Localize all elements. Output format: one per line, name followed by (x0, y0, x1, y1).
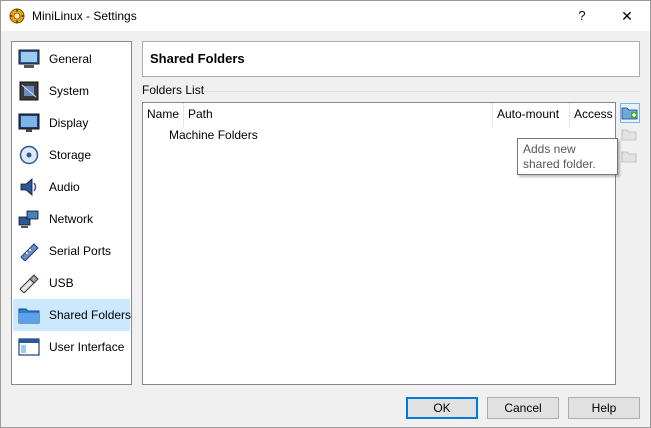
usb-icon (19, 274, 39, 293)
sidebar-item-label: System (49, 84, 90, 98)
close-button[interactable]: ✕ (613, 5, 641, 27)
sidebar-item-label: USB (49, 276, 74, 290)
app-icon (9, 8, 25, 24)
sidebar-item-label: General (49, 52, 92, 66)
column-header-auto-mount[interactable]: Auto-mount (493, 103, 570, 127)
title-bar: MiniLinux - Settings ? ✕ (1, 1, 650, 31)
list-item[interactable]: Machine Folders (169, 128, 258, 142)
column-header-access[interactable]: Access (570, 103, 615, 127)
sidebar-item-user-interface[interactable]: User Interface (13, 331, 130, 363)
folders-list-label: Folders List (142, 83, 205, 97)
edit-shared-folder-button[interactable] (620, 125, 640, 145)
edit-folder-icon (621, 129, 637, 141)
page-title: Shared Folders (150, 51, 245, 66)
sidebar-item-label: Shared Folders (49, 308, 132, 322)
add-shared-folder-button[interactable] (620, 103, 640, 123)
help-title-button[interactable]: ? (568, 5, 596, 27)
sidebar-item-label: Audio (49, 180, 80, 194)
window-icon (18, 338, 40, 356)
page-header: Shared Folders (142, 41, 640, 77)
sidebar-item-usb[interactable]: USB (13, 267, 130, 299)
folder-icon (18, 308, 40, 324)
sidebar-item-system[interactable]: System (13, 75, 130, 107)
sidebar-item-label: User Interface (49, 340, 125, 354)
sidebar-item-audio[interactable]: Audio (13, 171, 130, 203)
network-icon (18, 210, 39, 228)
sidebar-item-label: Display (49, 116, 89, 130)
cancel-button[interactable]: Cancel (487, 397, 559, 419)
remove-folder-icon (621, 151, 637, 163)
sidebar-item-label: Serial Ports (49, 244, 112, 258)
help-button[interactable]: Help (568, 397, 640, 419)
sidebar-item-network[interactable]: Network (13, 203, 130, 235)
sidebar-item-label: Storage (49, 148, 92, 162)
monitor-icon (18, 49, 40, 68)
settings-sidebar: General System Display Storage Audio Net… (11, 41, 132, 385)
display-icon (18, 113, 40, 132)
add-folder-icon (621, 107, 638, 120)
window-title: MiniLinux - Settings (32, 9, 137, 23)
sidebar-item-general[interactable]: General (13, 43, 130, 75)
disk-icon (19, 145, 39, 165)
group-divider (204, 91, 640, 92)
column-header-name[interactable]: Name (143, 103, 184, 127)
ok-button[interactable]: OK (406, 397, 478, 419)
remove-shared-folder-button[interactable] (620, 147, 640, 167)
sidebar-item-display[interactable]: Display (13, 107, 130, 139)
chip-icon (19, 81, 39, 101)
column-header-path[interactable]: Path (184, 103, 493, 127)
sidebar-item-storage[interactable]: Storage (13, 139, 130, 171)
tooltip: Adds new shared folder. (517, 138, 618, 175)
sidebar-item-serial-ports[interactable]: Serial Ports (13, 235, 130, 267)
speaker-icon (20, 178, 37, 196)
settings-window: MiniLinux - Settings ? ✕ General System (0, 0, 651, 428)
serial-port-icon (20, 243, 39, 261)
sidebar-item-shared-folders[interactable]: Shared Folders (13, 299, 132, 331)
sidebar-item-label: Network (49, 212, 94, 226)
